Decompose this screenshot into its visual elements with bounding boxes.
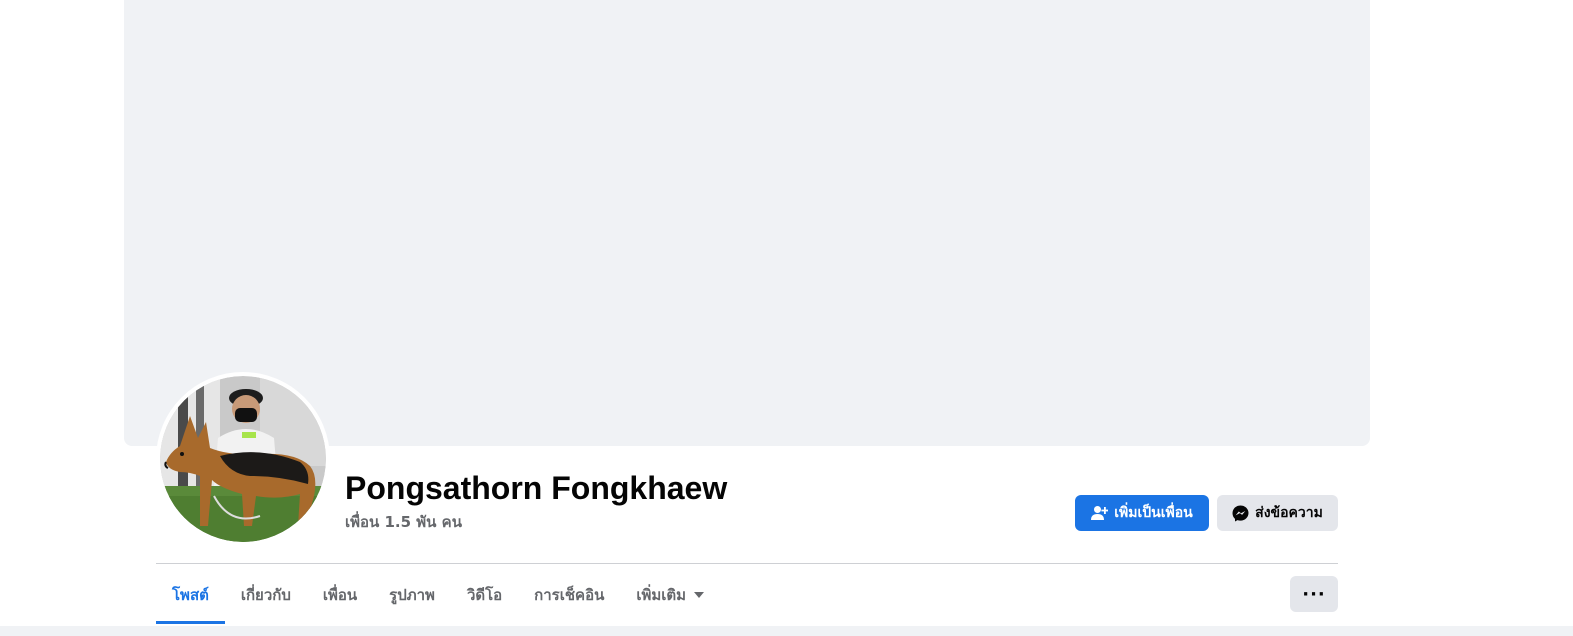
avatar-photo (160, 376, 326, 542)
tab-more[interactable]: เพิ่มเติม (620, 566, 720, 624)
tab-videos[interactable]: วิดีโอ (451, 566, 518, 624)
message-button[interactable]: ส่งข้อความ (1217, 495, 1338, 531)
tab-friends[interactable]: เพื่อน (307, 566, 373, 624)
tab-label: รูปภาพ (389, 586, 435, 604)
profile-page: Pongsathorn Fongkhaew เพื่อน 1.5 พัน คน … (0, 0, 1573, 636)
tab-label: เพื่อน (322, 586, 358, 604)
tab-label: เกี่ยวกับ (240, 586, 291, 604)
tab-posts[interactable]: โพสต์ (156, 566, 225, 624)
tab-photos[interactable]: รูปภาพ (373, 566, 451, 624)
profile-tabs: โพสต์ เกี่ยวกับ เพื่อน รูปภาพ วิดีโอ การ… (156, 566, 720, 624)
more-options-button[interactable]: ··· (1290, 576, 1338, 612)
page-background-strip (0, 626, 1573, 636)
tab-about[interactable]: เกี่ยวกับ (225, 566, 307, 624)
profile-name: Pongsathorn Fongkhaew (345, 470, 728, 506)
tab-label: โพสต์ (172, 586, 209, 604)
messenger-icon (1232, 505, 1249, 521)
profile-divider (156, 563, 1338, 564)
friends-count[interactable]: เพื่อน 1.5 พัน คน (345, 511, 462, 533)
tab-label: เพิ่มเติม (636, 586, 687, 604)
person-add-icon (1091, 506, 1109, 520)
profile-avatar[interactable] (156, 372, 330, 546)
add-friend-button[interactable]: เพิ่มเป็นเพื่อน (1075, 495, 1209, 531)
message-label: ส่งข้อความ (1255, 505, 1323, 521)
caret-down-icon (694, 592, 705, 598)
cover-photo[interactable] (124, 0, 1370, 446)
tab-checkins[interactable]: การเช็คอิน (518, 566, 620, 624)
tab-label: วิดีโอ (466, 586, 503, 604)
tab-label: การเช็คอิน (534, 586, 605, 604)
ellipsis-icon: ··· (1302, 583, 1326, 605)
add-friend-label: เพิ่มเป็นเพื่อน (1114, 505, 1193, 521)
